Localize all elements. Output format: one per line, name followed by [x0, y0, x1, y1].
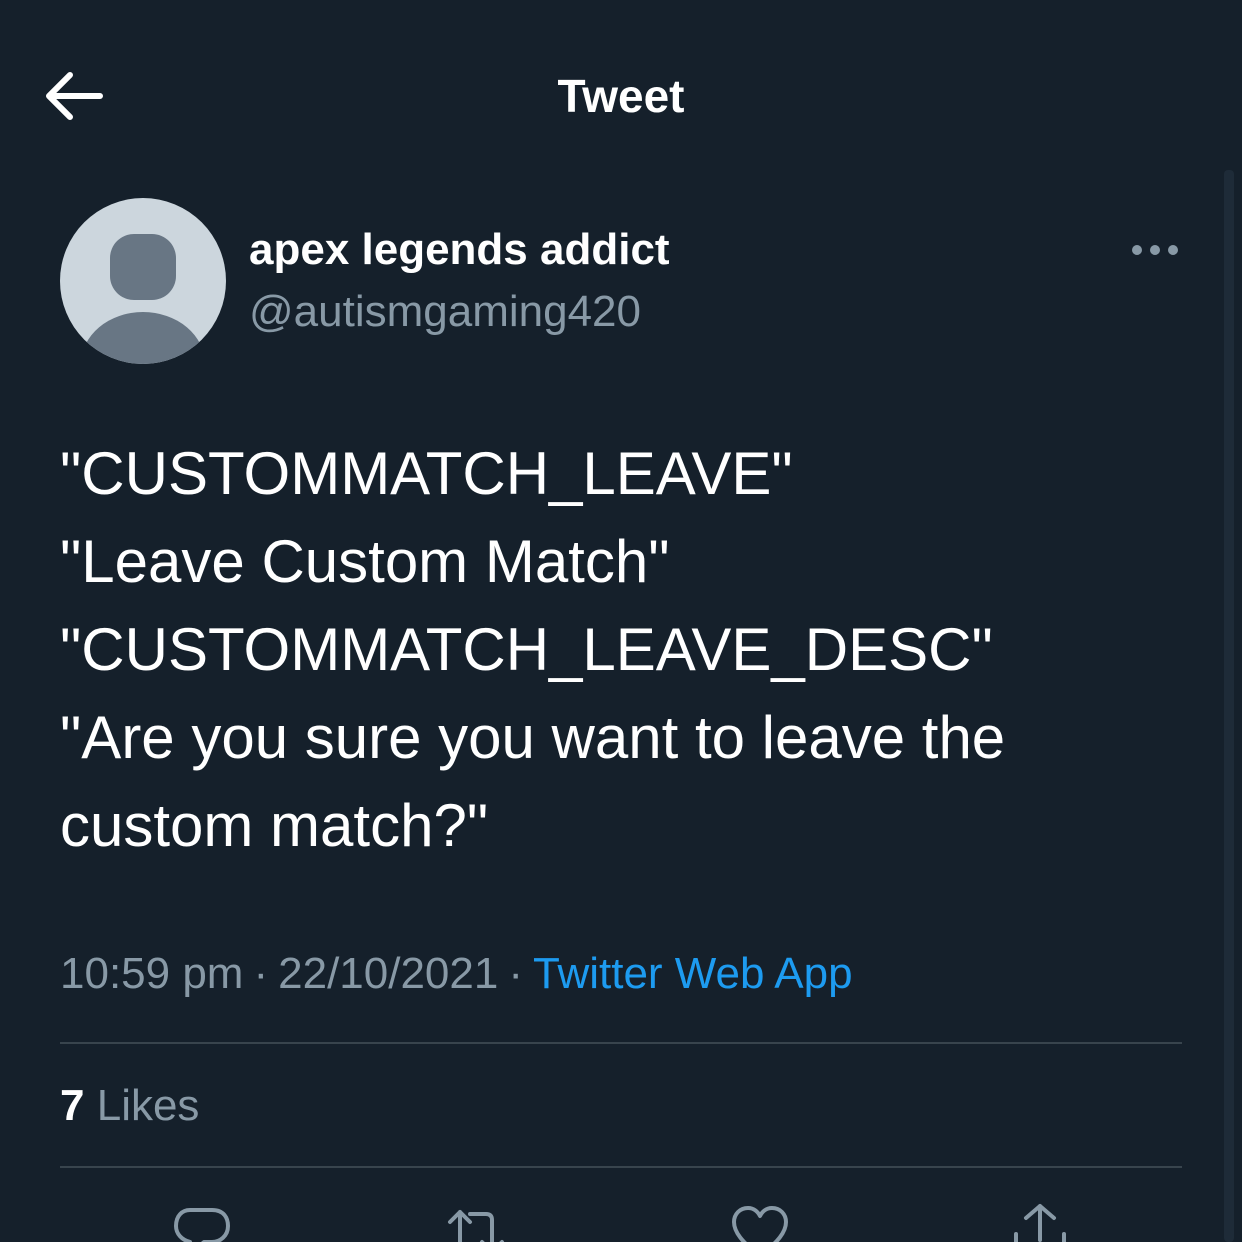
divider — [60, 1042, 1182, 1044]
reply-icon — [174, 1208, 230, 1242]
likes-label: Likes — [96, 1081, 200, 1130]
share-button[interactable] — [1008, 1200, 1072, 1242]
like-button[interactable] — [728, 1200, 792, 1242]
page-title: Tweet — [557, 70, 685, 122]
more-options-button[interactable] — [1128, 236, 1182, 264]
top-bar: Tweet — [0, 0, 1242, 170]
divider — [60, 1166, 1182, 1168]
likes-count: 7 — [60, 1081, 85, 1130]
tweet-date[interactable]: 22/10/2021 — [278, 949, 498, 998]
tweet-text-line: "Leave Custom Match" — [60, 528, 670, 595]
tweet-source-link[interactable]: Twitter Web App — [533, 949, 853, 998]
share-icon — [1014, 1204, 1066, 1242]
retweet-button[interactable] — [444, 1200, 508, 1242]
author-display-name[interactable]: apex legends addict — [249, 222, 670, 278]
tweet-time[interactable]: 10:59 pm — [60, 949, 243, 998]
scrollbar[interactable] — [1224, 170, 1234, 1242]
separator-dot: · — [253, 949, 269, 998]
tweet-text-line: custom match?" — [60, 792, 489, 859]
like-icon — [732, 1206, 788, 1242]
default-avatar-icon — [81, 234, 205, 364]
separator-dot: · — [508, 949, 523, 998]
avatar[interactable] — [60, 198, 226, 364]
tweet-text-line: "CUSTOMMATCH_LEAVE" — [60, 440, 793, 507]
tweet-metadata: 10:59 pm · 22/10/2021 · Twitter Web App — [60, 944, 853, 1004]
tweet-text-line: "Are you sure you want to leave the — [60, 704, 1006, 771]
tweet-text-line: "CUSTOMMATCH_LEAVE_DESC" — [60, 616, 993, 683]
retweet-icon — [448, 1210, 504, 1242]
author-handle[interactable]: @autismgaming420 — [249, 284, 641, 340]
likes-stat[interactable]: 7 Likes — [60, 1076, 199, 1136]
more-horizontal-icon — [1132, 245, 1178, 255]
reply-button[interactable] — [170, 1200, 234, 1242]
tweet-text: "CUSTOMMATCH_LEAVE" "Leave Custom Match"… — [60, 430, 1200, 870]
